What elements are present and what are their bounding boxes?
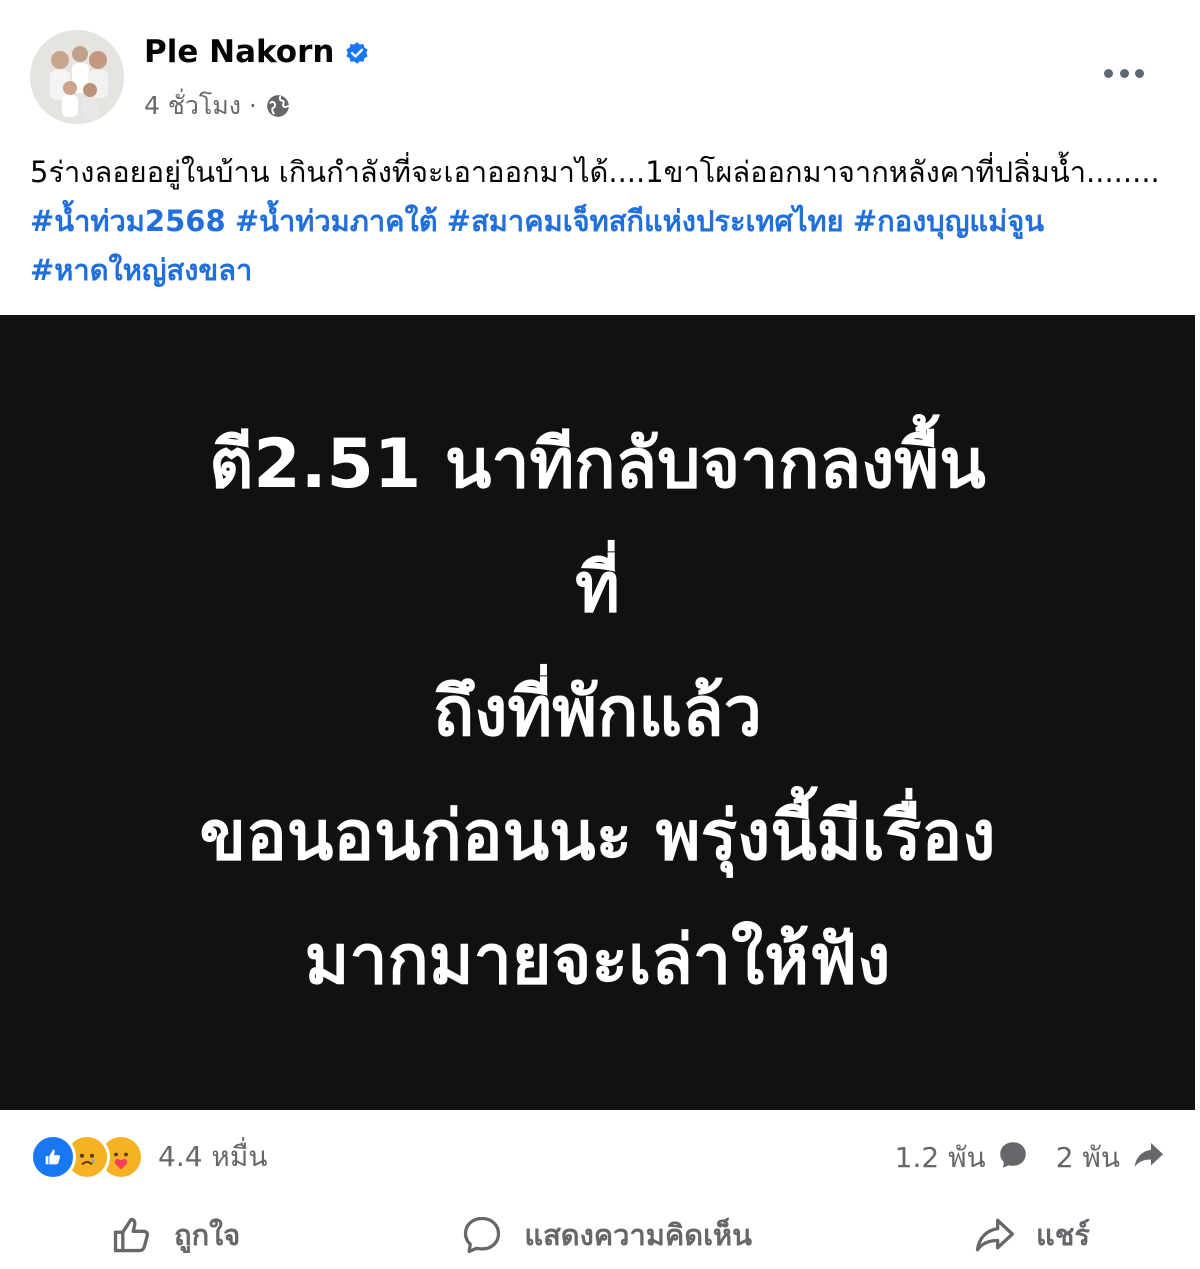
post-card: Ple Nakorn 4 ชั่วโมง · 5ร่างลอยอยู่ในบ้า…	[0, 0, 1200, 1269]
thumbs-up-icon	[113, 1217, 150, 1252]
more-dot	[1119, 68, 1129, 78]
image-text-line: ที่	[575, 548, 620, 628]
hashtag-link[interactable]: #สมาคมเจ็ทสกีแห่งประเทศไทย	[447, 204, 844, 238]
share-count[interactable]: 2 พัน	[1056, 1136, 1166, 1180]
image-text-line: ขอนอนก่อนนะ พรุ่งนี้มีเรื่อง	[199, 796, 996, 876]
share-count-text[interactable]: 2 พัน	[1056, 1136, 1120, 1180]
post-meta: 4 ชั่วโมง ·	[144, 86, 291, 126]
reaction-count[interactable]: 4.4 หมื่น	[158, 1135, 267, 1179]
comment-label: แสดงความคิดเห็น	[524, 1217, 752, 1252]
more-options-icon[interactable]	[1104, 58, 1144, 88]
author-name-text[interactable]: Ple Nakorn	[144, 34, 334, 70]
more-dot	[1104, 68, 1113, 78]
image-text-line: ตี2.51 นาทีกลับจากลงพื้น	[209, 424, 986, 504]
like-reaction-icon	[30, 1134, 76, 1180]
post-caption: 5ร่างลอยอยู่ในบ้าน เกินกำลังที่จะเอาออกม…	[30, 148, 1170, 295]
share-button[interactable]: แชร์	[972, 1212, 1090, 1258]
hashtag-link[interactable]: #น้ำท่วม2568	[30, 204, 226, 238]
author-avatar[interactable]	[30, 30, 124, 124]
image-text-line: มากมายจะเล่าให้ฟัง	[304, 920, 891, 1000]
comment-count-text[interactable]: 1.2 พัน	[895, 1136, 986, 1180]
share-label: แชร์	[1036, 1217, 1090, 1252]
reaction-summary[interactable]: 4.4 หมื่น	[30, 1134, 267, 1180]
verified-badge-icon	[344, 39, 370, 65]
post-time[interactable]: 4 ชั่วโมง ·	[144, 86, 257, 126]
comment-bubble-icon	[996, 1138, 1030, 1179]
comment-count[interactable]: 1.2 พัน	[895, 1136, 1030, 1180]
post-stats: 4.4 หมื่น 1.2 พัน 2 พัน	[0, 1124, 1200, 1184]
more-dot	[1135, 68, 1144, 78]
globe-icon[interactable]	[265, 93, 291, 119]
post-actions: ถูกใจ แสดงความคิดเห็น แชร์	[0, 1200, 1200, 1269]
image-text-line: ถึงที่พักแล้ว	[433, 672, 762, 752]
like-button[interactable]: ถูกใจ	[110, 1212, 240, 1258]
like-label: ถูกใจ	[174, 1217, 241, 1252]
post-image[interactable]: ตี2.51 นาทีกลับจากลงพื้น ที่ ถึงที่พักแล…	[0, 315, 1195, 1110]
share-arrow-icon	[1130, 1137, 1166, 1180]
comment-icon	[464, 1216, 501, 1253]
hashtag-link[interactable]: #หาดใหญ่สงขลา	[30, 253, 252, 287]
hashtag-link[interactable]: #กองบุญแม่จูน	[853, 204, 1044, 238]
author-name[interactable]: Ple Nakorn	[144, 34, 370, 70]
comment-button[interactable]: แสดงความคิดเห็น	[460, 1212, 752, 1258]
caption-text: 5ร่างลอยอยู่ในบ้าน เกินกำลังที่จะเอาออกม…	[30, 155, 1160, 189]
engagement-stats: 1.2 พัน 2 พัน	[895, 1136, 1166, 1180]
share-icon	[975, 1218, 1014, 1251]
hashtag-link[interactable]: #น้ำท่วมภาคใต้	[235, 204, 438, 238]
